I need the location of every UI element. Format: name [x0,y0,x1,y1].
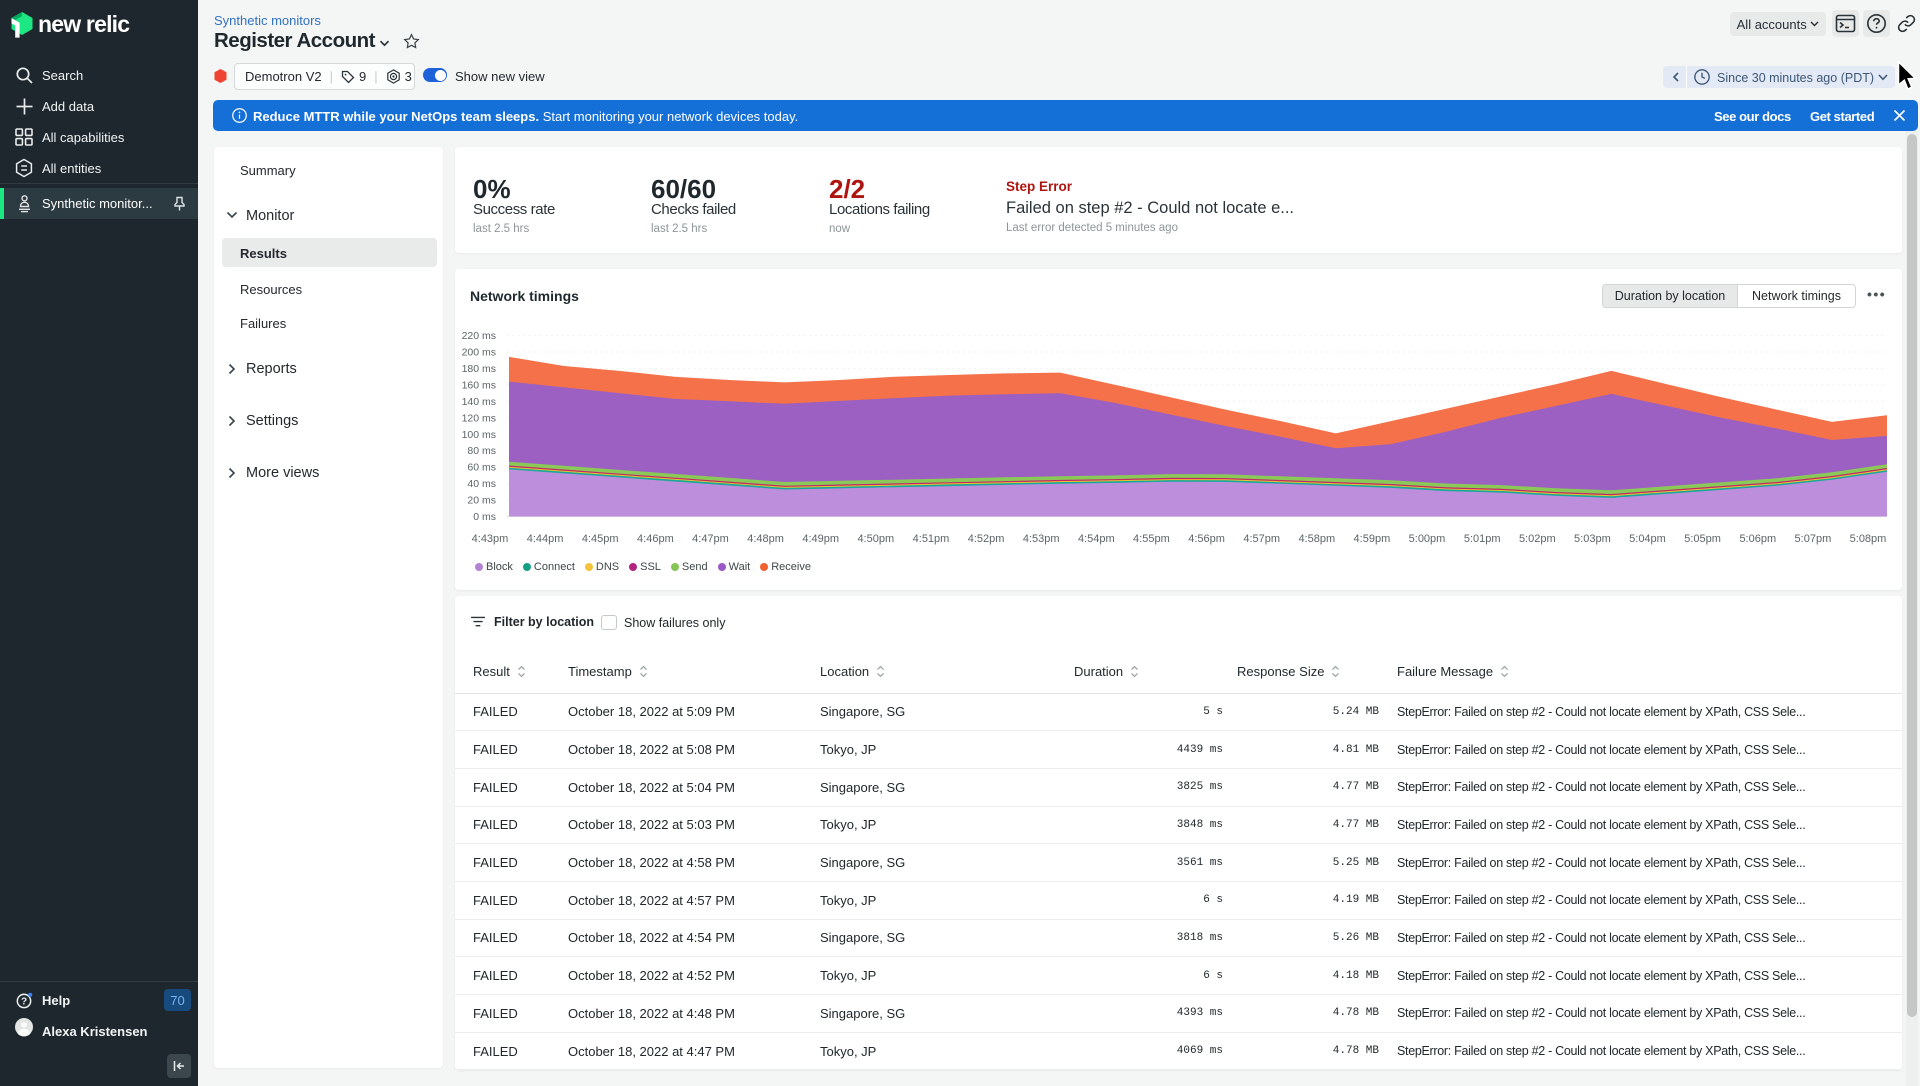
svg-text:5:01pm: 5:01pm [1464,533,1501,545]
svg-text:4:48pm: 4:48pm [747,533,784,545]
svg-text:4:56pm: 4:56pm [1188,533,1225,545]
svg-text:5:07pm: 5:07pm [1795,533,1832,545]
svg-text:4:53pm: 4:53pm [1023,533,1060,545]
svg-text:5:00pm: 5:00pm [1409,533,1446,545]
svg-text:20 ms: 20 ms [467,495,496,507]
svg-text:4:46pm: 4:46pm [637,533,674,545]
svg-text:4:51pm: 4:51pm [913,533,950,545]
svg-text:4:44pm: 4:44pm [527,533,564,545]
svg-text:40 ms: 40 ms [467,478,496,490]
svg-text:4:47pm: 4:47pm [692,533,729,545]
svg-text:4:52pm: 4:52pm [968,533,1005,545]
svg-text:5:08pm: 5:08pm [1850,533,1887,545]
svg-text:180 ms: 180 ms [462,363,496,375]
svg-text:4:43pm: 4:43pm [472,533,509,545]
svg-text:4:45pm: 4:45pm [582,533,619,545]
svg-text:220 ms: 220 ms [462,330,496,342]
svg-text:200 ms: 200 ms [462,347,496,359]
svg-text:0 ms: 0 ms [473,511,496,523]
svg-text:60 ms: 60 ms [467,462,496,474]
svg-text:5:04pm: 5:04pm [1629,533,1666,545]
svg-text:4:50pm: 4:50pm [857,533,894,545]
svg-text:5:03pm: 5:03pm [1574,533,1611,545]
svg-text:4:57pm: 4:57pm [1243,533,1280,545]
svg-text:120 ms: 120 ms [462,412,496,424]
svg-text:5:06pm: 5:06pm [1739,533,1776,545]
svg-text:160 ms: 160 ms [462,379,496,391]
svg-text:5:05pm: 5:05pm [1684,533,1721,545]
svg-text:4:59pm: 4:59pm [1354,533,1391,545]
svg-text:4:55pm: 4:55pm [1133,533,1170,545]
svg-text:140 ms: 140 ms [462,396,496,408]
svg-text:4:49pm: 4:49pm [802,533,839,545]
svg-text:4:54pm: 4:54pm [1078,533,1115,545]
svg-text:?: ? [21,996,27,1007]
svg-text:4:58pm: 4:58pm [1298,533,1335,545]
svg-text:80 ms: 80 ms [467,445,496,457]
svg-text:100 ms: 100 ms [462,429,496,441]
svg-text:5:02pm: 5:02pm [1519,533,1556,545]
